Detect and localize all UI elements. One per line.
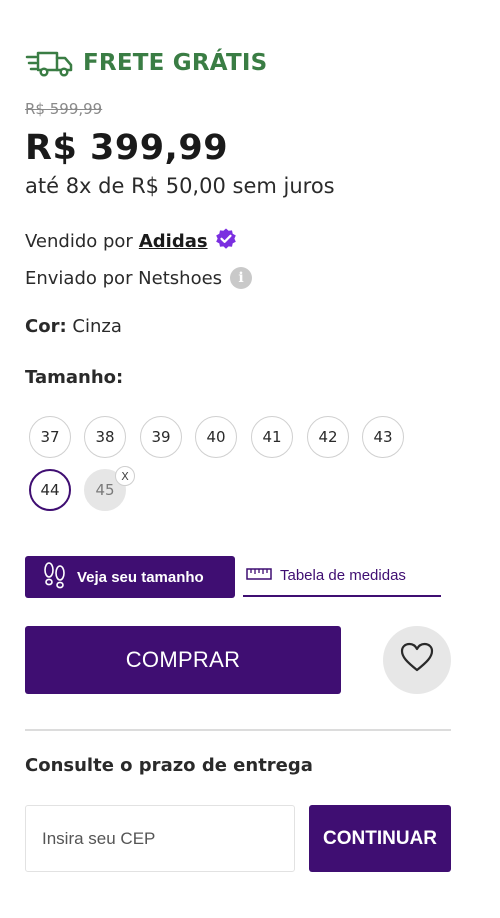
size-table-link[interactable]: Tabela de medidas bbox=[243, 556, 441, 597]
size-option[interactable]: 38 bbox=[84, 416, 126, 458]
verified-badge-icon bbox=[214, 227, 238, 256]
continue-label: CONTINUAR bbox=[323, 827, 437, 849]
size-option[interactable]: 43 bbox=[362, 416, 404, 458]
free-shipping: FRETE GRÁTIS bbox=[25, 48, 267, 78]
size-table-label: Tabela de medidas bbox=[280, 567, 406, 584]
buy-button[interactable]: COMPRAR bbox=[25, 626, 341, 694]
cep-input[interactable] bbox=[25, 805, 295, 872]
continue-button[interactable]: CONTINUAR bbox=[309, 805, 451, 872]
color-label: Cor: bbox=[25, 316, 67, 337]
footprints-icon bbox=[43, 561, 67, 593]
truck-icon bbox=[25, 48, 75, 78]
color-value: Cinza bbox=[72, 316, 122, 337]
find-size-button[interactable]: Veja seu tamanho bbox=[25, 556, 235, 598]
current-price: R$ 399,99 bbox=[25, 128, 229, 168]
wishlist-button[interactable] bbox=[383, 626, 451, 694]
delivery-title: Consulte o prazo de entrega bbox=[25, 755, 313, 776]
size-title: Tamanho: bbox=[25, 367, 124, 388]
info-icon[interactable]: i bbox=[230, 267, 253, 289]
seller-info: Vendido por Adidas bbox=[25, 227, 238, 256]
ruler-icon bbox=[246, 566, 272, 585]
size-option[interactable]: 41 bbox=[251, 416, 293, 458]
find-size-label: Veja seu tamanho bbox=[77, 568, 204, 586]
color-info: Cor: Cinza bbox=[25, 316, 122, 337]
divider bbox=[25, 729, 451, 731]
seller-link[interactable]: Adidas bbox=[139, 231, 208, 252]
buy-label: COMPRAR bbox=[125, 647, 241, 672]
shipper-text: Enviado por Netshoes bbox=[25, 267, 223, 289]
unavailable-x-icon: X bbox=[115, 466, 135, 486]
size-option-selected[interactable]: 44 bbox=[29, 469, 71, 511]
free-shipping-label: FRETE GRÁTIS bbox=[83, 50, 268, 76]
size-option[interactable]: 40 bbox=[195, 416, 237, 458]
old-price: R$ 599,99 bbox=[25, 100, 103, 118]
size-option[interactable]: 37 bbox=[29, 416, 71, 458]
seller-prefix: Vendido por bbox=[25, 231, 133, 252]
installments-text: até 8x de R$ 50,00 sem juros bbox=[25, 174, 335, 198]
size-option[interactable]: 39 bbox=[140, 416, 182, 458]
size-option[interactable]: 42 bbox=[307, 416, 349, 458]
shipper-info: Enviado por Netshoes i bbox=[25, 267, 253, 289]
heart-icon bbox=[400, 642, 434, 678]
